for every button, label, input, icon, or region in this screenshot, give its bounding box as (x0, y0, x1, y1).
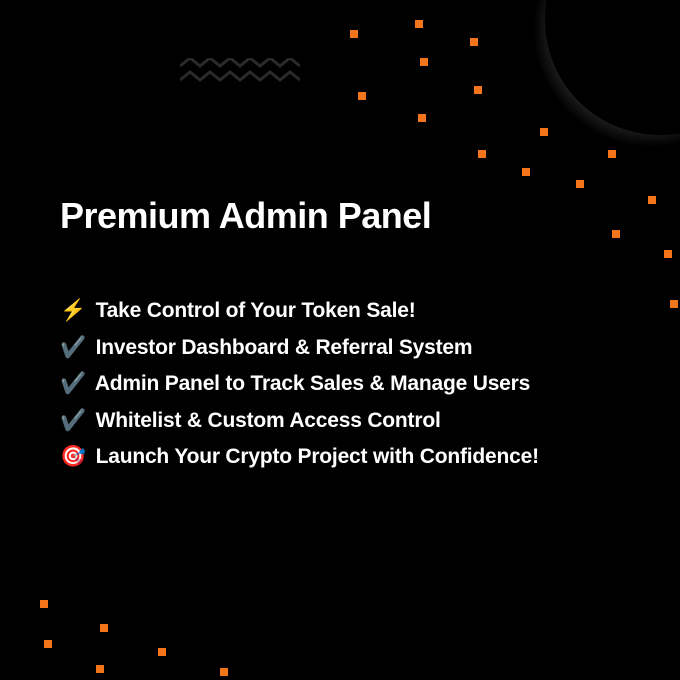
accent-dot (576, 180, 584, 188)
page-title: Premium Admin Panel (60, 195, 640, 237)
accent-dot (96, 665, 104, 673)
accent-dot (158, 648, 166, 656)
feature-text: Admin Panel to Track Sales & Manage User… (95, 372, 530, 395)
feature-item: ✔️ Whitelist & Custom Access Control (60, 405, 640, 438)
feature-item: ✔️ Admin Panel to Track Sales & Manage U… (60, 368, 640, 401)
feature-list: ⚡ Take Control of Your Token Sale! ✔️ In… (60, 295, 640, 474)
accent-dot (474, 86, 482, 94)
accent-dot (522, 168, 530, 176)
zigzag-decoration (180, 58, 300, 86)
accent-dot (44, 640, 52, 648)
accent-dot (664, 250, 672, 258)
accent-dot (100, 624, 108, 632)
accent-dot (350, 30, 358, 38)
accent-dot (648, 196, 656, 204)
feature-item: ✔️ Investor Dashboard & Referral System (60, 332, 640, 365)
feature-text: Whitelist & Custom Access Control (96, 409, 441, 432)
feature-text: Launch Your Crypto Project with Confiden… (96, 445, 539, 468)
target-icon: 🎯 (60, 441, 86, 474)
lightning-icon: ⚡ (60, 295, 86, 328)
accent-dot (415, 20, 423, 28)
accent-dot (358, 92, 366, 100)
feature-item: 🎯 Launch Your Crypto Project with Confid… (60, 441, 640, 474)
accent-dot (670, 300, 678, 308)
accent-dot (478, 150, 486, 158)
feature-text: Take Control of Your Token Sale! (96, 299, 416, 322)
accent-dot (220, 668, 228, 676)
feature-text: Investor Dashboard & Referral System (96, 336, 473, 359)
feature-item: ⚡ Take Control of Your Token Sale! (60, 295, 640, 328)
content-block: Premium Admin Panel ⚡ Take Control of Yo… (60, 195, 640, 478)
check-icon: ✔️ (60, 405, 86, 438)
check-icon: ✔️ (60, 332, 86, 365)
accent-dot (470, 38, 478, 46)
accent-dot (608, 150, 616, 158)
accent-dot (420, 58, 428, 66)
accent-dot (540, 128, 548, 136)
check-icon: ✔️ (60, 368, 86, 401)
accent-dot (418, 114, 426, 122)
accent-dot (40, 600, 48, 608)
